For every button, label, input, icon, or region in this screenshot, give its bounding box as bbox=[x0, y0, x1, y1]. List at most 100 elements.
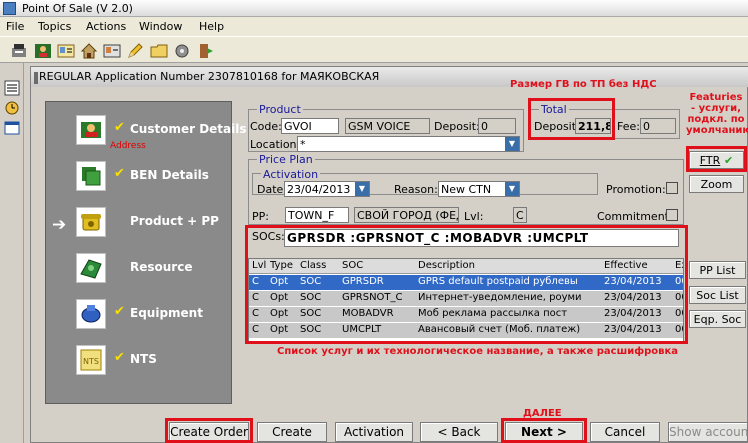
cell-expiration: 00/00 bbox=[675, 276, 683, 287]
pos-icon[interactable] bbox=[10, 42, 28, 60]
app-title: Point Of Sale (V 2.0) bbox=[22, 2, 133, 15]
cell-effective: 23/04/2013 bbox=[604, 276, 662, 287]
date-dropdown-icon[interactable]: ▼ bbox=[355, 182, 369, 196]
location-field[interactable]: * bbox=[297, 136, 520, 152]
nav-label: NTS bbox=[130, 352, 157, 366]
pp-code-field[interactable]: TOWN_F bbox=[285, 207, 349, 223]
product-deposit-label: Deposit: bbox=[434, 120, 480, 133]
activation-button[interactable]: Activation bbox=[335, 422, 413, 442]
price-plan-group-label: Price Plan bbox=[257, 153, 315, 166]
nav-item-equipment[interactable]: ✔ Equipment bbox=[76, 299, 236, 335]
total-deposit-field: 211,86 bbox=[575, 118, 611, 134]
home-icon[interactable] bbox=[80, 42, 98, 60]
eqp-soc-button[interactable]: Eqp. Soc bbox=[689, 310, 746, 328]
total-deposit-label: Deposit: bbox=[534, 120, 580, 133]
next-annotation: ДАЛЕЕ bbox=[523, 408, 562, 419]
ftr-button[interactable]: FTR ✔ bbox=[689, 151, 744, 169]
commitment-checkbox[interactable] bbox=[666, 209, 678, 221]
table-row[interactable]: C Opt SOC GPRSDR GPRS default postpaid рубле… bbox=[249, 275, 683, 290]
cell-soc: UMCPLT bbox=[342, 324, 382, 335]
cell-class: SOC bbox=[300, 308, 322, 319]
nts-icon: NTS bbox=[76, 345, 106, 375]
menu-topics[interactable]: Topics bbox=[38, 20, 71, 33]
menu-file[interactable]: File bbox=[6, 20, 24, 33]
next-button[interactable]: Next > bbox=[505, 422, 583, 442]
col-description[interactable]: Description bbox=[418, 260, 475, 271]
location-dropdown-icon[interactable]: ▼ bbox=[505, 137, 519, 151]
zoom-button[interactable]: Zoom bbox=[689, 175, 744, 193]
col-soc[interactable]: SOC bbox=[342, 260, 363, 271]
nav-item-resource[interactable]: Resource bbox=[76, 253, 236, 289]
code-field[interactable]: GVOI bbox=[281, 118, 339, 134]
cell-description: Авансовый счет (Моб. платеж) bbox=[418, 324, 581, 335]
col-class[interactable]: Class bbox=[300, 260, 326, 271]
svg-text:NTS: NTS bbox=[83, 357, 99, 366]
ftr-label: FTR bbox=[699, 154, 721, 167]
back-button[interactable]: < Back bbox=[420, 422, 498, 442]
folder-icon[interactable] bbox=[150, 42, 168, 60]
customer-icon[interactable] bbox=[34, 42, 52, 60]
show-account-button[interactable]: Show account bbox=[668, 422, 748, 442]
nav-item-customer-details[interactable]: ✔ Customer Details bbox=[76, 115, 247, 151]
create-order-button[interactable]: Create Order bbox=[169, 422, 249, 442]
cell-description: GPRS default postpaid рублевы bbox=[418, 276, 578, 287]
exit-icon[interactable] bbox=[197, 42, 215, 60]
cell-expiration: 00/00 bbox=[675, 324, 683, 335]
ben-details-icon bbox=[76, 161, 106, 191]
pencil-icon[interactable] bbox=[126, 42, 144, 60]
id-card-icon[interactable] bbox=[57, 42, 75, 60]
cancel-button[interactable]: Cancel bbox=[590, 422, 660, 442]
date-label: Date: bbox=[257, 183, 287, 196]
nav-item-product-pp[interactable]: Product + PP bbox=[76, 207, 236, 243]
id-card-icon-2[interactable] bbox=[103, 42, 121, 60]
lvl-field: C bbox=[513, 207, 527, 223]
create-button[interactable]: Create bbox=[257, 422, 327, 442]
col-type[interactable]: Type bbox=[270, 260, 293, 271]
wizard-nav-panel: ✔ Customer Details Address ✔ BEN Details… bbox=[45, 101, 247, 404]
table-row[interactable]: C Opt SOC GPRSNOT_C Интернет-уведомление, ро… bbox=[249, 291, 683, 306]
menu-actions[interactable]: Actions bbox=[86, 20, 126, 33]
cell-expiration: 00/00 bbox=[675, 292, 683, 303]
reason-dropdown-icon[interactable]: ▼ bbox=[505, 182, 519, 196]
nav-item-nts[interactable]: NTS ✔ NTS bbox=[76, 345, 236, 381]
cell-soc: GPRSDR bbox=[342, 276, 384, 287]
socs-field[interactable]: GPRSDR :GPRSNOT_C :MOBADVR :UMCPLT bbox=[284, 229, 679, 247]
clock-icon[interactable] bbox=[4, 100, 20, 116]
total-annotation: Размер ГВ по ТП без НДС bbox=[510, 79, 657, 90]
menu-help[interactable]: Help bbox=[199, 20, 224, 33]
fee-label: Fee: bbox=[617, 120, 640, 133]
soc-table: Lvl Type Class SOC Description Effective… bbox=[248, 258, 684, 342]
product-group-label: Product bbox=[257, 103, 303, 116]
promotion-label: Promotion: bbox=[606, 183, 666, 196]
nav-label: Equipment bbox=[130, 306, 203, 320]
cell-effective: 23/04/2013 bbox=[604, 324, 662, 335]
promotion-checkbox[interactable] bbox=[666, 182, 678, 194]
cell-class: SOC bbox=[300, 276, 322, 287]
gear-icon[interactable] bbox=[173, 42, 191, 60]
cell-type: Opt bbox=[270, 324, 289, 335]
product-deposit-field: 0 bbox=[478, 118, 516, 134]
col-lvl[interactable]: Lvl bbox=[252, 260, 266, 271]
activation-group-label: Activation bbox=[261, 168, 321, 181]
cell-class: SOC bbox=[300, 324, 322, 335]
cell-lvl: C bbox=[252, 308, 259, 319]
list-icon[interactable] bbox=[4, 80, 20, 96]
table-row[interactable]: C Opt SOC UMCPLT Авансовый счет (Моб. платеж… bbox=[249, 323, 683, 338]
menu-window[interactable]: Window bbox=[139, 20, 182, 33]
col-effective[interactable]: Effective bbox=[604, 260, 648, 271]
cell-description: Интернет-уведомление, роуми bbox=[418, 292, 582, 303]
equipment-icon bbox=[76, 299, 106, 329]
pp-list-button[interactable]: PP List bbox=[689, 261, 746, 279]
nav-label: Resource bbox=[130, 260, 193, 274]
table-row[interactable]: C Opt SOC MOBADVR Моб реклама рассылка пост 2… bbox=[249, 307, 683, 322]
window-icon-small bbox=[34, 72, 38, 84]
code-description: GSM VOICE bbox=[345, 118, 430, 134]
code-label: Code: bbox=[250, 120, 282, 133]
window-icon[interactable] bbox=[4, 120, 20, 136]
location-label: Location : bbox=[250, 138, 304, 151]
nav-item-ben-details[interactable]: ✔ BEN Details bbox=[76, 161, 236, 197]
col-expiration[interactable]: Ex bbox=[675, 260, 683, 271]
fee-field: 0 bbox=[640, 118, 676, 134]
soc-list-button[interactable]: Soc List bbox=[689, 286, 746, 304]
lvl-label: Lvl: bbox=[464, 210, 484, 223]
